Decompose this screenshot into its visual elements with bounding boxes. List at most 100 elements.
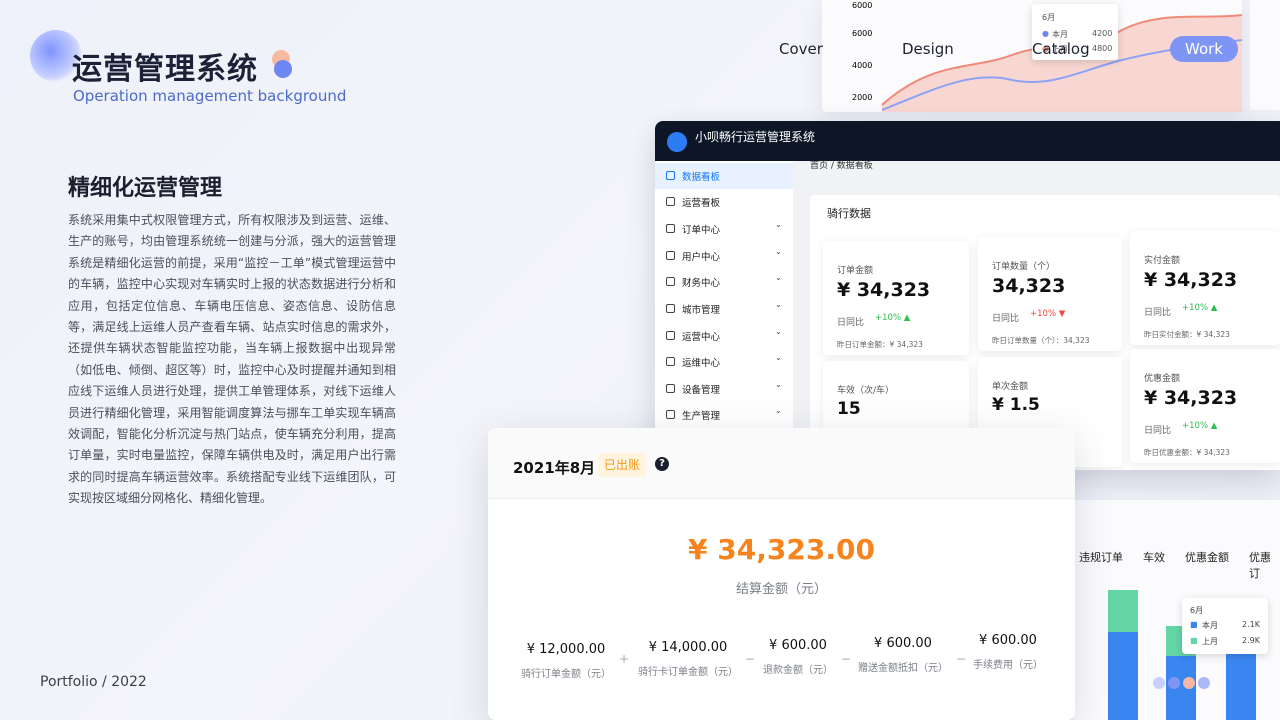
sidebar-item-operations[interactable]: 运营中心 ⌄: [655, 323, 793, 349]
section-heading: 精细化运营管理: [68, 176, 223, 201]
sidebar-item-maintenance[interactable]: 运维中心 ⌄: [655, 349, 793, 375]
sidebar-item-label: 数据看板: [682, 172, 721, 183]
stat-value: ¥ 1.5: [992, 395, 1040, 415]
help-icon[interactable]: ?: [655, 457, 669, 471]
stat-change: +10% ▼: [1030, 309, 1065, 319]
sidebar-item-label: 生产管理: [682, 411, 721, 422]
sidebar-item-label: 城市管理: [682, 305, 721, 316]
bill-total-label: 结算金额（元）: [735, 582, 827, 597]
sidebar-item-devices[interactable]: 设备管理 ⌄: [655, 376, 793, 402]
app-logo-icon: [667, 132, 687, 152]
dot: [1153, 677, 1165, 689]
dashboard-icon: [666, 171, 675, 180]
arrow-up-icon: ▲: [1210, 421, 1218, 431]
sidebar-item-production[interactable]: 生产管理 ⌄: [655, 402, 793, 428]
stat-yesterday: 昨日订单金额：¥ 34,323: [837, 340, 923, 349]
bill-item-ride-card-orders: ¥ 14,000.00 骑行卡订单金额（元）: [628, 640, 748, 678]
sidebar-item-ops-board[interactable]: 运营看板: [655, 189, 793, 215]
city-icon: [666, 304, 675, 313]
stat-change: +10% ▲: [875, 313, 910, 323]
stat-change: +10% ▲: [1182, 421, 1217, 431]
stat-value: 15: [837, 399, 861, 419]
breadcrumb: 首页 / 数据看板: [810, 161, 873, 171]
chevron-down-icon: ⌄: [775, 220, 782, 229]
arrow-up-icon: ▲: [903, 313, 911, 323]
nav-cover[interactable]: Cover: [779, 40, 823, 58]
stat-change-value: +10%: [1182, 421, 1209, 431]
bar-this-month: [1226, 650, 1256, 720]
stat-title: 单次金额: [992, 382, 1029, 392]
bill-card: 2021年8月 已出账 ? ¥ 34,323.00 结算金额（元） ¥ 12,0…: [488, 428, 1075, 720]
sidebar-item-finance[interactable]: 财务中心 ⌄: [655, 269, 793, 295]
sidebar-item-orders[interactable]: 订单中心 ⌄: [655, 216, 793, 242]
tab-violation-orders[interactable]: 违规订单: [1079, 549, 1123, 565]
bill-item-amount: ¥ 600.00: [874, 636, 932, 651]
nav-design[interactable]: Design: [902, 40, 954, 58]
section-body: 系统采用集中式权限管理方式，所有权限涉及到运营、运维、生产的账号，均由管理系统统…: [68, 213, 396, 506]
bill-item-amount: ¥ 600.00: [979, 633, 1037, 648]
bill-item-amount: ¥ 14,000.00: [648, 640, 728, 655]
bg-y-tick: 6000: [852, 1, 872, 10]
decorative-dots: [1153, 674, 1213, 693]
page-title: 运营管理系统: [72, 52, 258, 87]
bg-y-tick: 2000: [852, 93, 872, 102]
tooltip-value: 2.9K: [1242, 636, 1260, 645]
tab-vehicle-efficiency[interactable]: 车效: [1143, 549, 1165, 565]
tooltip-month: 6月: [1190, 606, 1204, 615]
stat-title: 订单金额: [837, 266, 874, 276]
bg-tooltip-month: 6月: [1042, 13, 1056, 22]
stat-order-count: 订单数量（个） 34,323 日同比 +10% ▼ 昨日订单数量（个）：34,3…: [978, 237, 1122, 351]
bill-item-ride-orders: ¥ 12,000.00 骑行订单金额（元）: [506, 642, 626, 680]
nav-work[interactable]: Work: [1170, 36, 1238, 62]
sidebar: 数据看板 运营看板 订单中心 ⌄ 用户中心 ⌄ 财务中心 ⌄ 城市管理 ⌄ 运营…: [655, 161, 793, 470]
legend-swatch-icon: ■: [1190, 620, 1198, 629]
bill-item-gift-deduction: ¥ 600.00 赠送金额抵扣（元）: [843, 636, 963, 674]
tools-icon: [666, 357, 675, 366]
chevron-down-icon: ⌄: [775, 300, 782, 309]
stat-change: +10% ▲: [1182, 303, 1217, 313]
dot: [1183, 677, 1195, 689]
bill-item-amount: ¥ 600.00: [769, 638, 827, 653]
bill-item-label: 退款金额（元）: [763, 665, 833, 676]
sidebar-item-city[interactable]: 城市管理 ⌄: [655, 296, 793, 322]
stat-title: 优惠金额: [1144, 374, 1181, 384]
production-icon: [666, 410, 675, 419]
stat-discount-amount: 优惠金额 ¥ 34,323 日同比 +10% ▲ 昨日优惠金额：¥ 34,323: [1130, 349, 1280, 463]
stat-value: ¥ 34,323: [837, 279, 931, 301]
bill-item-fees: ¥ 600.00 手续费用（元）: [948, 633, 1068, 671]
arrow-down-icon: ▼: [1058, 309, 1066, 319]
admin-window: 小呗畅行运营管理系统 数据看板 运营看板 订单中心 ⌄ 用户中心 ⌄ 财务中心 …: [655, 121, 1280, 470]
bg-tooltip-value: 4800: [1092, 44, 1113, 53]
bill-item-amount: ¥ 12,000.00: [526, 642, 606, 657]
sidebar-item-label: 设备管理: [682, 385, 721, 396]
sidebar-item-label: 运营看板: [682, 198, 721, 209]
bar-this-month: [1108, 632, 1138, 720]
tab-discount-amount[interactable]: 优惠金额: [1185, 549, 1229, 565]
bg-tooltip-value: 4200: [1092, 29, 1113, 38]
sidebar-item-users[interactable]: 用户中心 ⌄: [655, 243, 793, 269]
bill-item-label: 骑行卡订单金额（元）: [638, 667, 738, 678]
nav-catalog[interactable]: Catalog: [1032, 40, 1090, 58]
tab-discount-orders[interactable]: 优惠订: [1249, 549, 1280, 581]
tooltip-label: 本月: [1202, 621, 1218, 630]
stat-compare-label: 日同比: [837, 318, 865, 328]
sidebar-item-label: 运维中心: [682, 358, 721, 369]
bg-tooltip-label: 本月: [1052, 30, 1068, 39]
stat-title: 订单数量（个）: [992, 262, 1056, 272]
finance-icon: [666, 277, 675, 286]
bg-y-tick: 6000: [852, 29, 872, 38]
app-title: 小呗畅行运营管理系统: [695, 130, 816, 144]
sidebar-item-dashboard[interactable]: 数据看板: [655, 163, 793, 189]
tooltip-label: 上月: [1202, 637, 1218, 646]
background-panel-edge: [1250, 0, 1280, 110]
bill-item-refunds: ¥ 600.00 退款金额（元）: [738, 638, 858, 676]
tooltip-value: 2.1K: [1242, 620, 1260, 629]
stat-compare-label: 日同比: [1144, 426, 1172, 436]
order-icon: [666, 224, 675, 233]
user-icon: [666, 251, 675, 260]
stat-compare-label: 日同比: [1144, 308, 1172, 318]
stat-value: ¥ 34,323: [1144, 387, 1238, 409]
stat-yesterday: 昨日订单数量（个）：34,323: [992, 336, 1090, 345]
stat-order-amount: 订单金额 ¥ 34,323 日同比 +10% ▲ 昨日订单金额：¥ 34,323: [823, 241, 969, 355]
chevron-down-icon: ⌄: [775, 273, 782, 282]
